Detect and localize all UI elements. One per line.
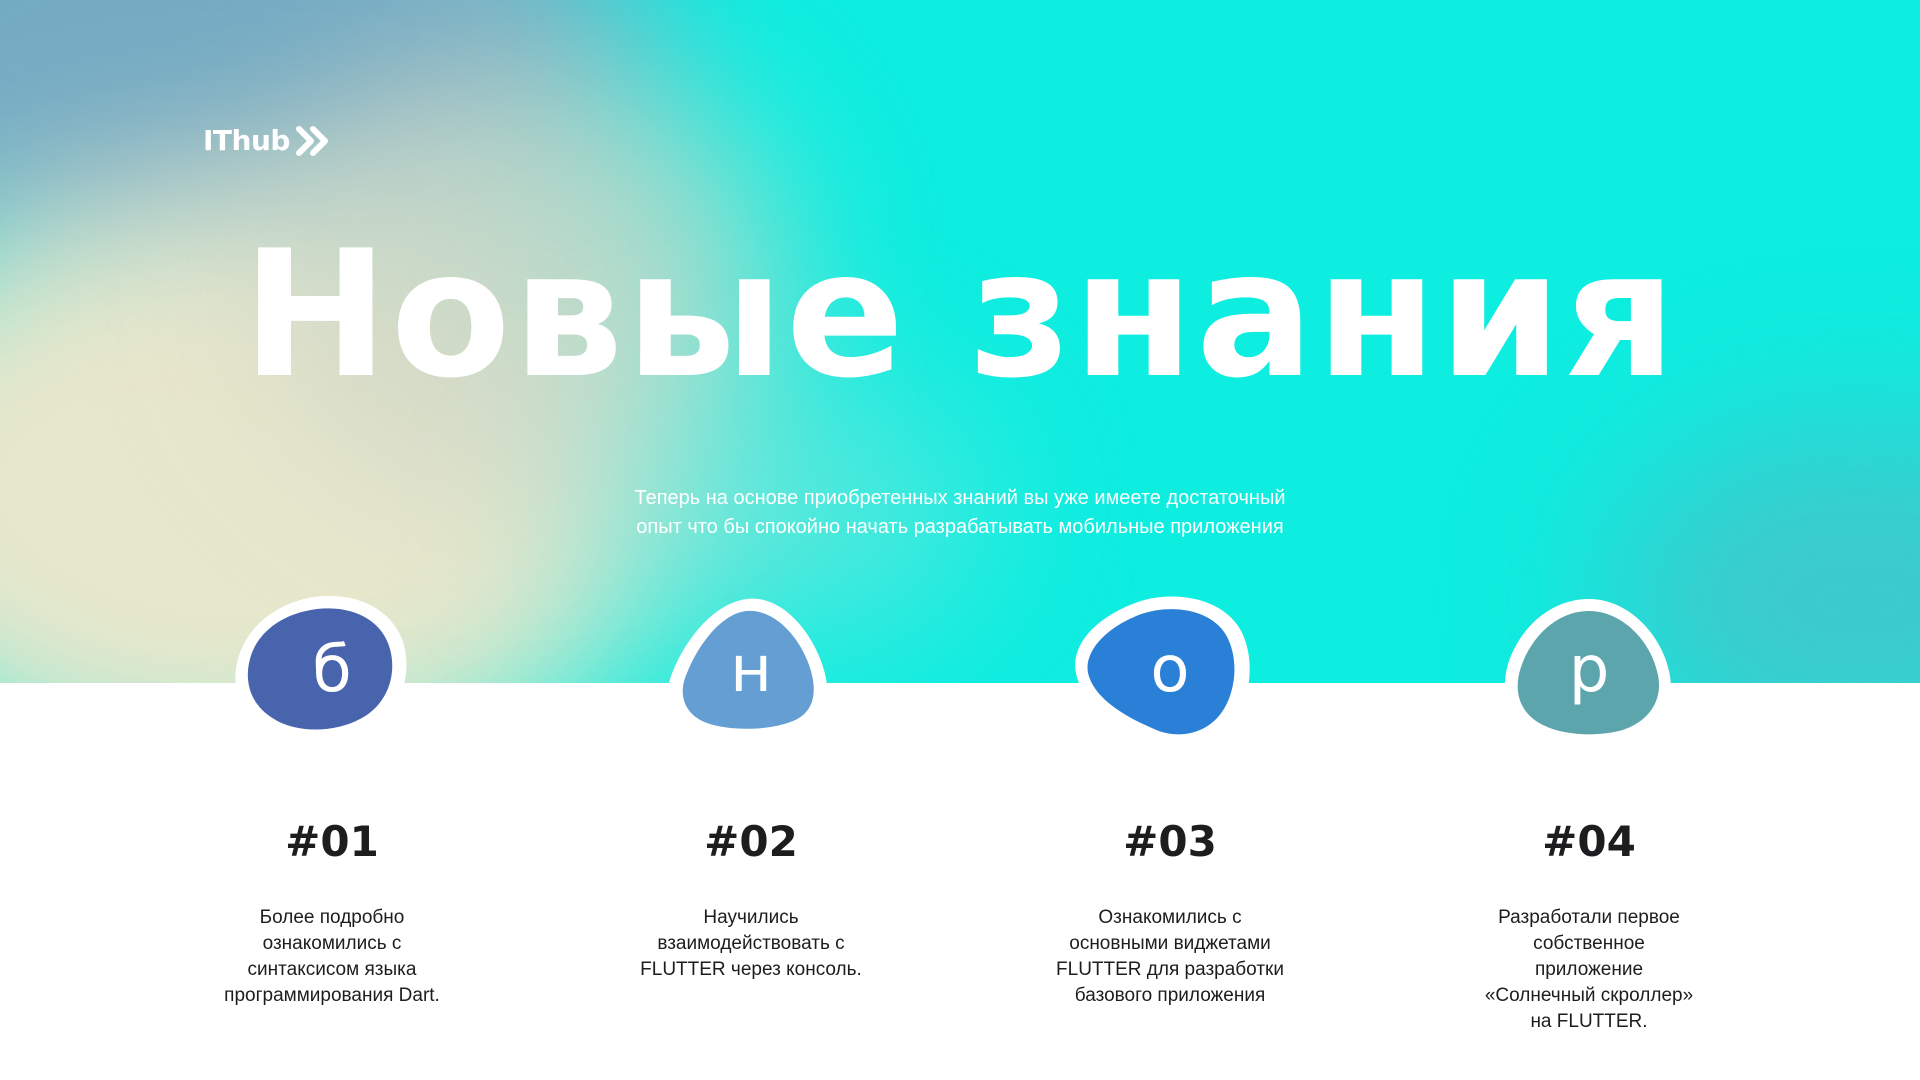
badge-letter: о xyxy=(1150,633,1190,707)
feature-number: #02 xyxy=(704,817,798,866)
feature-card-01: б #01 Более подробно ознакомились с синт… xyxy=(132,595,532,1006)
ithub-logo[interactable]: IThub xyxy=(203,124,330,157)
feature-number: #04 xyxy=(1542,817,1636,866)
feature-badge: б xyxy=(232,595,432,795)
feature-number: #01 xyxy=(285,817,379,866)
feature-badge: о xyxy=(1070,595,1270,795)
double-chevron-right-icon xyxy=(295,125,328,156)
badge-letter: н xyxy=(730,633,772,707)
feature-card-02: н #02 Научились взаимодействовать с FLUT… xyxy=(551,595,951,980)
hero-subtitle-line-1: Теперь на основе приобретенных знаний вы… xyxy=(634,487,1286,509)
badge-letter: р xyxy=(1568,633,1610,707)
logo-text: IThub xyxy=(203,124,290,157)
feature-description: Ознакомились с основными виджетами FLUTT… xyxy=(1056,907,1284,1006)
hero-subtitle: Теперь на основе приобретенных знаний вы… xyxy=(560,484,1360,542)
feature-description: Разработали первое собственное приложени… xyxy=(1484,907,1694,1032)
feature-badge: р xyxy=(1489,595,1689,795)
feature-badge: н xyxy=(651,595,851,795)
feature-description: Более подробно ознакомились с синтаксисо… xyxy=(224,907,440,1006)
feature-number: #03 xyxy=(1123,817,1217,866)
page-title: Новые знания xyxy=(242,214,1678,417)
feature-description: Научились взаимодействовать с FLUTTER че… xyxy=(640,907,862,980)
badge-letter: б xyxy=(312,633,352,707)
feature-card-04: р #04 Разработали первое собственное при… xyxy=(1389,595,1789,1032)
feature-card-03: о #03 Ознакомились с основными виджетами… xyxy=(970,595,1370,1006)
hero-subtitle-line-2: опыт что бы спокойно начать разрабатыват… xyxy=(636,516,1284,538)
